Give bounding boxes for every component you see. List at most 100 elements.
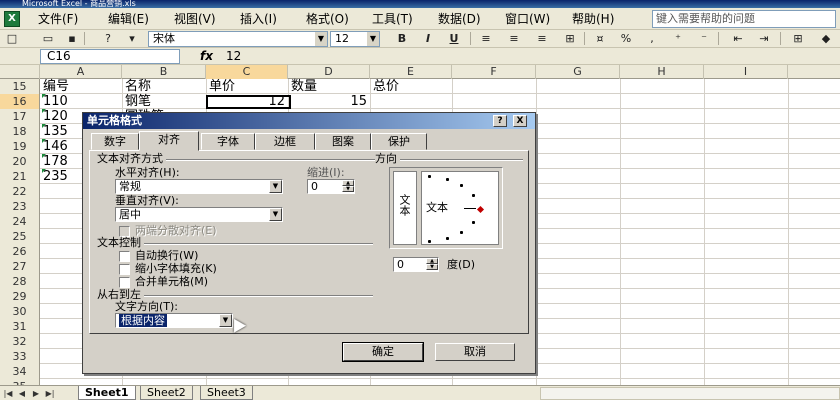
- indent-spinner[interactable]: 0 ▲ ▼: [307, 179, 355, 194]
- error-indicator-icon[interactable]: [42, 154, 46, 158]
- column-header-i[interactable]: I: [704, 65, 788, 79]
- menu-file[interactable]: 文件(F): [38, 11, 78, 27]
- font-name-select[interactable]: 宋体 ▼: [148, 31, 328, 47]
- menu-help[interactable]: 帮助(H): [572, 11, 614, 27]
- increase-indent-icon[interactable]: ⇥: [756, 31, 772, 46]
- row-header[interactable]: 26: [0, 244, 40, 259]
- bold-button[interactable]: B: [394, 31, 410, 46]
- column-header-b[interactable]: B: [122, 65, 206, 79]
- row-header[interactable]: 27: [0, 259, 40, 274]
- insert-function-icon[interactable]: fx: [200, 49, 213, 63]
- decrease-indent-icon[interactable]: ⇤: [730, 31, 746, 46]
- dialog-help-button[interactable]: ?: [493, 115, 507, 127]
- excel-app-icon[interactable]: X: [4, 11, 20, 27]
- currency-icon[interactable]: ¤: [592, 31, 608, 46]
- tab-border[interactable]: 边框: [255, 133, 315, 150]
- align-right-icon[interactable]: ≡: [534, 31, 550, 46]
- row-header[interactable]: 23: [0, 199, 40, 214]
- table-cell[interactable]: 单价: [206, 79, 288, 94]
- last-sheet-icon[interactable]: ▶|: [44, 387, 56, 400]
- ok-button[interactable]: 确定: [342, 342, 424, 362]
- column-header-a[interactable]: A: [40, 65, 122, 79]
- orientation-dial[interactable]: 文本: [421, 171, 499, 245]
- save-icon[interactable]: ▪: [64, 31, 80, 46]
- row-header[interactable]: 25: [0, 229, 40, 244]
- font-size-select[interactable]: 12 ▼: [330, 31, 380, 47]
- open-folder-icon[interactable]: ▭: [40, 31, 56, 46]
- sheet-tab-1[interactable]: Sheet1: [78, 386, 136, 400]
- decrease-decimal-icon[interactable]: ⁻: [696, 31, 712, 46]
- menu-data[interactable]: 数据(D): [438, 11, 481, 27]
- table-cell[interactable]: 110: [40, 94, 122, 109]
- table-cell[interactable]: 钢笔: [122, 94, 206, 109]
- error-indicator-icon[interactable]: [42, 94, 46, 98]
- error-indicator-icon[interactable]: [42, 124, 46, 128]
- sheet-tab-3[interactable]: Sheet3: [200, 386, 253, 400]
- row-header[interactable]: 33: [0, 349, 40, 364]
- error-indicator-icon[interactable]: [42, 169, 46, 173]
- table-cell[interactable]: 总价: [370, 79, 452, 94]
- menu-format[interactable]: 格式(O): [306, 11, 349, 27]
- comma-button[interactable]: ,: [644, 31, 660, 46]
- fill-color-icon[interactable]: ◆: [818, 31, 834, 46]
- horizontal-align-select[interactable]: 常规 ▼: [115, 179, 283, 194]
- row-header[interactable]: 24: [0, 214, 40, 229]
- row-header[interactable]: 30: [0, 304, 40, 319]
- increase-decimal-icon[interactable]: ⁺: [670, 31, 686, 46]
- align-center-icon[interactable]: ≡: [506, 31, 522, 46]
- row-header[interactable]: 22: [0, 184, 40, 199]
- row-header[interactable]: 20: [0, 154, 40, 169]
- row-header[interactable]: 17: [0, 109, 40, 124]
- table-cell[interactable]: 数量: [288, 79, 370, 94]
- cancel-button[interactable]: 取消: [435, 343, 515, 361]
- row-header[interactable]: 18: [0, 124, 40, 139]
- row-header[interactable]: 16: [0, 94, 40, 109]
- shrink-to-fit-checkbox[interactable]: [119, 264, 130, 275]
- align-left-icon[interactable]: ≡: [478, 31, 494, 46]
- tab-patterns[interactable]: 图案: [315, 133, 371, 150]
- help-icon[interactable]: ?: [100, 31, 116, 46]
- menu-tools[interactable]: 工具(T): [372, 11, 413, 27]
- menu-edit[interactable]: 编辑(E): [108, 11, 149, 27]
- row-header[interactable]: 21: [0, 169, 40, 184]
- vertical-text-toggle[interactable]: 文本: [393, 171, 417, 245]
- degree-spinner[interactable]: 0 ▲ ▼: [393, 257, 439, 272]
- italic-button[interactable]: I: [420, 31, 436, 46]
- column-header-h[interactable]: H: [620, 65, 704, 79]
- error-indicator-icon[interactable]: [42, 139, 46, 143]
- dial-pointer[interactable]: [476, 205, 485, 214]
- underline-button[interactable]: U: [446, 31, 462, 46]
- menu-view[interactable]: 视图(V): [174, 11, 216, 27]
- first-sheet-icon[interactable]: |◀: [2, 387, 14, 400]
- table-cell[interactable]: [370, 94, 452, 109]
- spin-down-icon[interactable]: ▼: [342, 186, 354, 192]
- percent-button[interactable]: %: [618, 31, 634, 46]
- row-header[interactable]: 31: [0, 319, 40, 334]
- formula-input[interactable]: 12: [226, 49, 241, 64]
- prev-sheet-icon[interactable]: ◀: [16, 387, 28, 400]
- borders-icon[interactable]: ⊞: [790, 31, 806, 46]
- menu-window[interactable]: 窗口(W): [505, 11, 550, 27]
- merge-center-icon[interactable]: ⊞: [562, 31, 578, 46]
- table-cell[interactable]: 15: [288, 94, 370, 109]
- horizontal-scrollbar[interactable]: [540, 387, 840, 400]
- menu-insert[interactable]: 插入(I): [240, 11, 277, 27]
- tab-alignment[interactable]: 对齐: [139, 131, 199, 151]
- row-header[interactable]: 28: [0, 274, 40, 289]
- select-all-corner[interactable]: [0, 65, 40, 79]
- sheet-tab-2[interactable]: Sheet2: [140, 386, 193, 400]
- tab-font[interactable]: 字体: [201, 133, 255, 150]
- column-header-d[interactable]: D: [288, 65, 370, 79]
- dialog-close-button[interactable]: X: [513, 115, 527, 127]
- row-header[interactable]: 32: [0, 334, 40, 349]
- tab-protection[interactable]: 保护: [371, 133, 427, 150]
- next-sheet-icon[interactable]: ▶: [30, 387, 42, 400]
- toolbar-options-icon[interactable]: ▾: [124, 31, 140, 46]
- tab-number[interactable]: 数字: [91, 133, 139, 150]
- row-header[interactable]: 29: [0, 289, 40, 304]
- column-header-c[interactable]: C: [206, 65, 288, 79]
- table-cell[interactable]: 名称: [122, 79, 206, 94]
- new-document-icon[interactable]: □: [4, 31, 20, 46]
- row-header[interactable]: 34: [0, 364, 40, 379]
- column-header-g[interactable]: G: [536, 65, 620, 79]
